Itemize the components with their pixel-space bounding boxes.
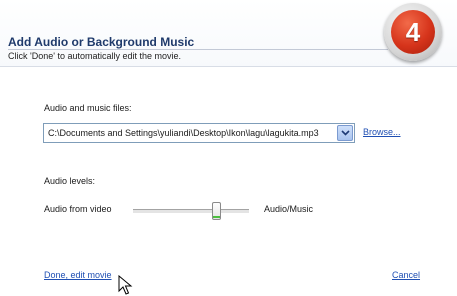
- audio-levels-label: Audio levels:: [44, 176, 96, 186]
- title-divider: [8, 49, 388, 50]
- step-badge: 4: [384, 3, 442, 61]
- audio-balance-slider-thumb[interactable]: [212, 202, 222, 220]
- chevron-down-icon: [340, 130, 350, 136]
- audio-from-video-label: Audio from video: [44, 204, 112, 214]
- audio-files-label: Audio and music files:: [44, 103, 132, 113]
- done-edit-movie-link[interactable]: Done, edit movie: [44, 270, 112, 280]
- select-dropdown-button[interactable]: [337, 125, 353, 141]
- audio-music-label: Audio/Music: [264, 204, 314, 214]
- audio-balance-track[interactable]: [133, 209, 249, 214]
- audio-file-select[interactable]: C:\Documents and Settings\yuliandi\Deskt…: [43, 123, 355, 143]
- page-title: Add Audio or Background Music: [8, 35, 195, 49]
- cancel-link[interactable]: Cancel: [392, 270, 420, 280]
- mouse-pointer-icon: [118, 275, 133, 295]
- audio-file-path: C:\Documents and Settings\yuliandi\Deskt…: [48, 128, 319, 138]
- browse-link[interactable]: Browse...: [363, 127, 401, 137]
- step-number: 4: [391, 10, 435, 54]
- page-subtitle: Click 'Done' to automatically edit the m…: [8, 51, 182, 61]
